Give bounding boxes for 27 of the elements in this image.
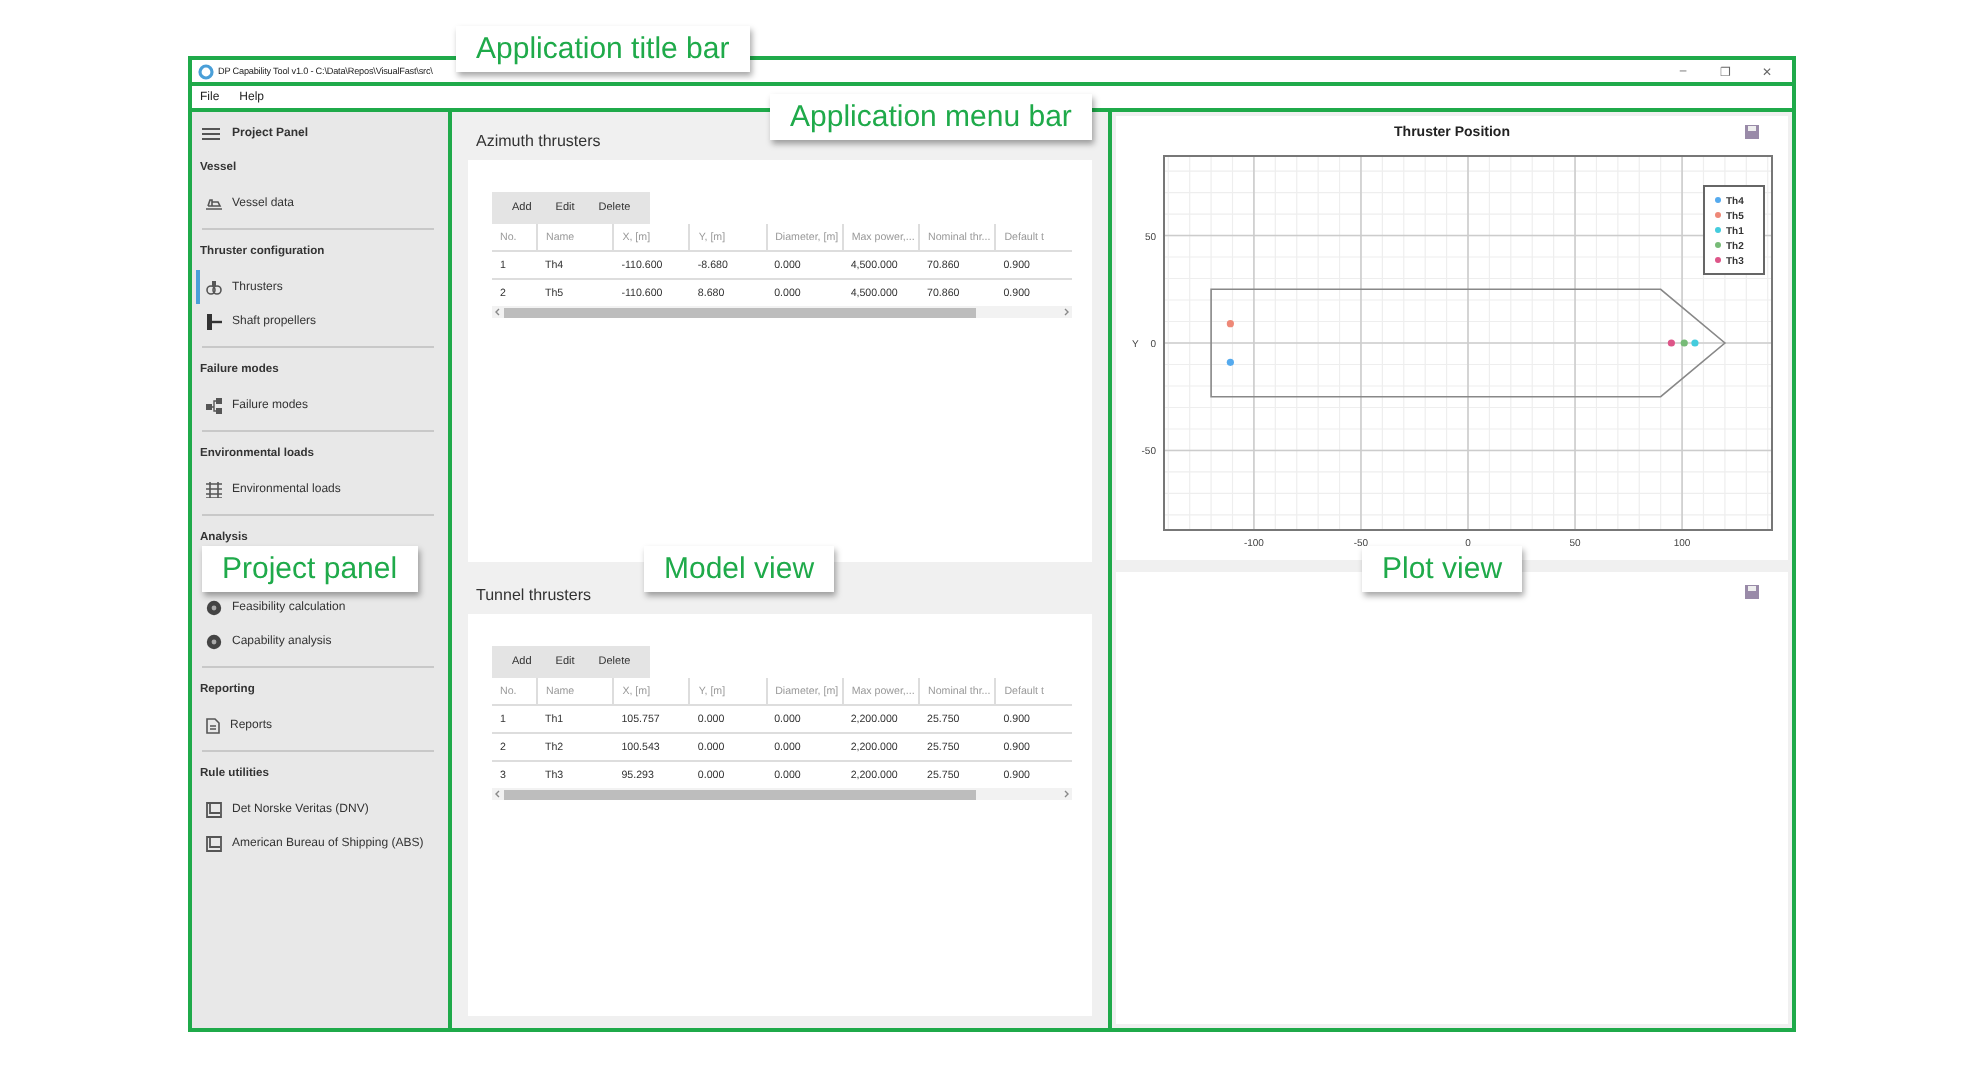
save-icon[interactable]	[1744, 124, 1760, 140]
menu-icon[interactable]	[202, 128, 220, 140]
ship-icon	[206, 196, 222, 210]
save-icon[interactable]	[1744, 584, 1760, 600]
document-icon	[206, 717, 220, 733]
section-title: Azimuth thrusters	[474, 130, 603, 154]
disc-icon	[206, 633, 222, 649]
disc-icon	[206, 599, 222, 615]
legend	[1703, 185, 1765, 275]
section-title: Tunnel thrusters	[474, 584, 594, 608]
annotation-label: Project panel	[202, 546, 418, 592]
annotation-label: Application menu bar	[770, 94, 1092, 140]
annotation-label: Model view	[644, 546, 835, 592]
annotation-label: Plot view	[1362, 546, 1523, 592]
shaft-icon	[206, 313, 222, 329]
hierarchy-icon	[206, 397, 222, 413]
book-icon	[206, 835, 222, 851]
grid-icon	[206, 481, 222, 497]
horizontal-scrollbar[interactable]	[492, 306, 1072, 318]
book-icon	[206, 801, 222, 817]
scroll-right-icon[interactable]	[1060, 306, 1072, 318]
annotation-label: Application title bar	[456, 26, 750, 72]
scroll-left-icon[interactable]	[492, 788, 504, 800]
horizontal-scrollbar[interactable]	[492, 788, 1072, 800]
propeller-icon	[206, 279, 222, 295]
scroll-right-icon[interactable]	[1060, 788, 1072, 800]
scroll-left-icon[interactable]	[492, 306, 504, 318]
